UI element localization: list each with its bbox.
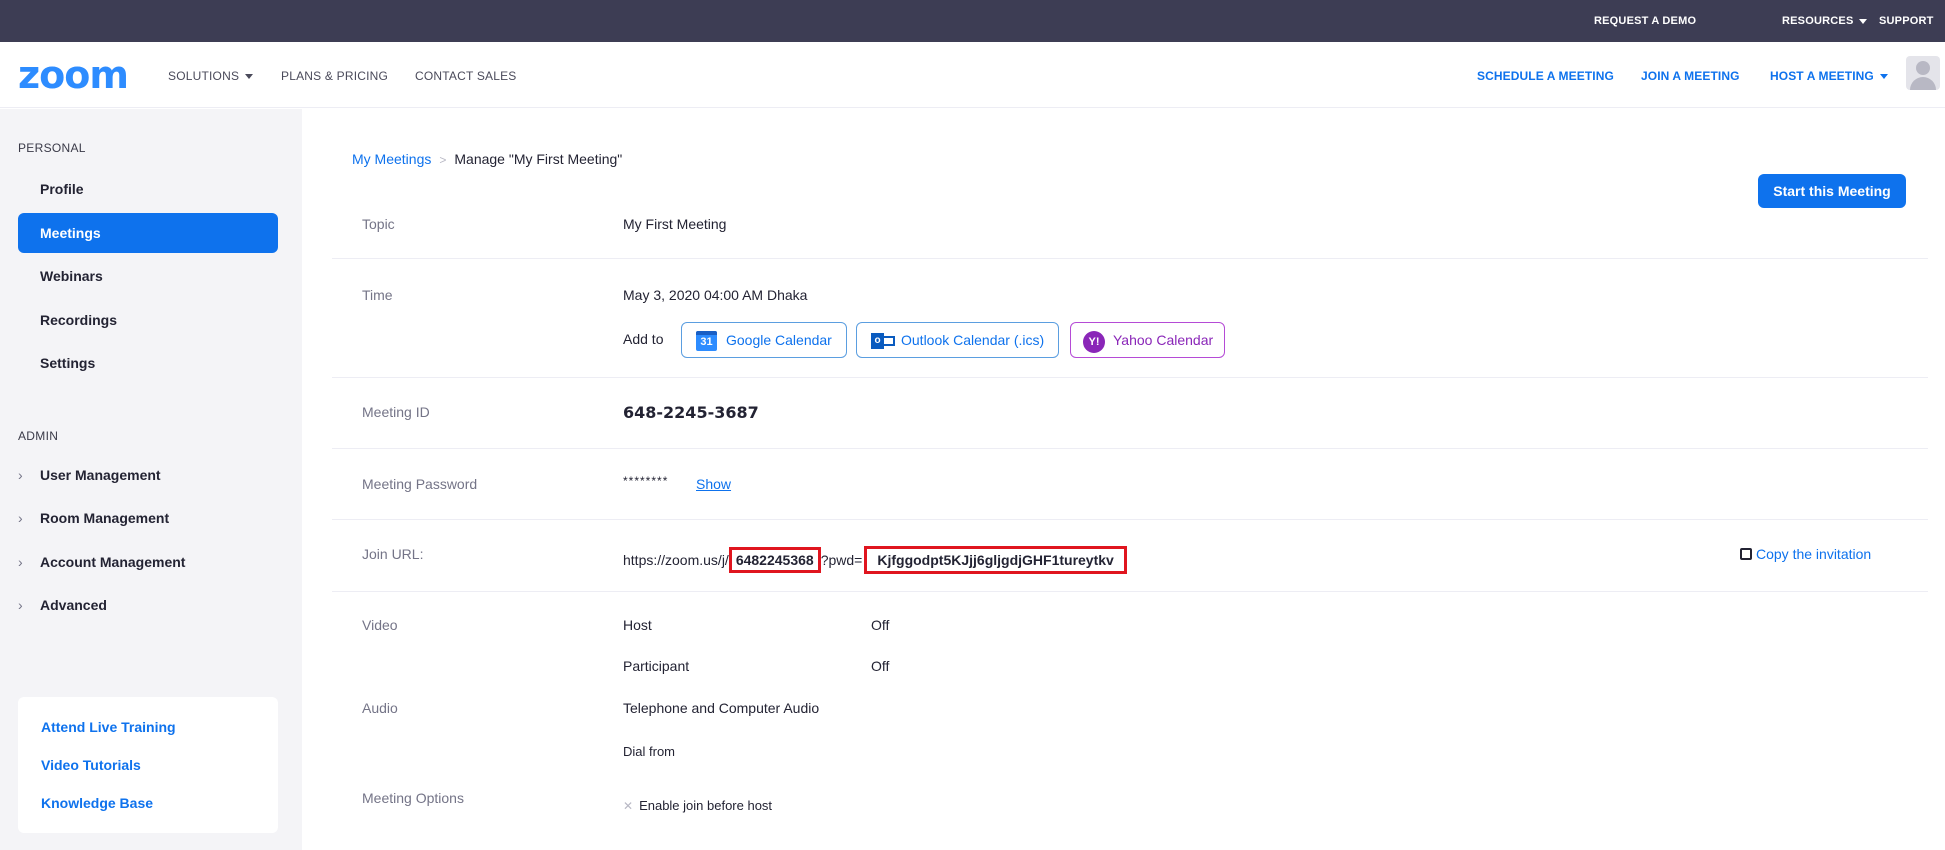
sidebar-item-account-management[interactable]: › Account Management — [18, 554, 185, 570]
time-label: Time — [362, 287, 393, 303]
meeting-password-value: ******** — [623, 474, 669, 488]
divider — [332, 448, 1928, 449]
meeting-id-label: Meeting ID — [362, 404, 430, 420]
video-host-value: Off — [871, 617, 890, 633]
video-host-label: Host — [623, 617, 652, 633]
outlook-calendar-button[interactable]: o Outlook Calendar (.ics) — [856, 322, 1059, 358]
plans-pricing-link[interactable]: PLANS & PRICING — [281, 69, 388, 83]
copy-invitation-link[interactable]: Copy the invitation — [1740, 546, 1871, 562]
zoom-logo[interactable]: zoom — [18, 56, 129, 94]
join-url-label: Join URL: — [362, 546, 424, 562]
chevron-down-icon — [245, 74, 254, 80]
outlook-calendar-label: Outlook Calendar (.ics) — [901, 332, 1045, 348]
divider — [332, 519, 1928, 520]
breadcrumb-separator: > — [439, 153, 447, 167]
knowledge-base-link[interactable]: Knowledge Base — [41, 795, 153, 811]
google-calendar-label: Google Calendar — [726, 332, 832, 348]
chevron-down-icon — [1879, 74, 1888, 80]
breadcrumb-my-meetings[interactable]: My Meetings — [352, 151, 431, 167]
help-links-box: Attend Live Training Video Tutorials Kno… — [18, 697, 278, 833]
yahoo-icon: Y! — [1083, 331, 1105, 353]
copy-icon — [1740, 548, 1752, 560]
join-url-prefix: https://zoom.us/j/ — [623, 552, 729, 568]
request-demo-link[interactable]: REQUEST A DEMO — [1594, 15, 1696, 27]
solutions-menu[interactable]: SOLUTIONS — [168, 69, 254, 83]
chevron-right-icon: › — [18, 554, 23, 570]
sidebar-item-recordings[interactable]: Recordings — [18, 300, 278, 340]
sidebar-item-settings[interactable]: Settings — [18, 343, 278, 383]
yahoo-calendar-label: Yahoo Calendar — [1113, 332, 1214, 348]
divider — [332, 377, 1928, 378]
option-join-before-host: ✕ Enable join before host — [623, 798, 772, 813]
sidebar-item-user-management[interactable]: › User Management — [18, 467, 161, 483]
dial-from-label: Dial from — [623, 744, 676, 759]
video-label: Video — [362, 617, 398, 633]
sidebar-heading-personal: PERSONAL — [18, 141, 86, 155]
sidebar-item-advanced[interactable]: › Advanced — [18, 597, 107, 613]
sidebar-item-label: Account Management — [40, 554, 186, 570]
topic-label: Topic — [362, 216, 395, 232]
breadcrumb: My Meetings > Manage "My First Meeting" — [352, 151, 622, 167]
join-url-meeting-id-highlight: 6482245368 — [728, 547, 821, 573]
meeting-options-label: Meeting Options — [362, 790, 464, 806]
chevron-down-icon — [1859, 18, 1868, 24]
sidebar: PERSONAL Profile Meetings Webinars Recor… — [0, 109, 302, 850]
start-meeting-button[interactable]: Start this Meeting — [1758, 174, 1906, 208]
support-link[interactable]: SUPPORT — [1879, 15, 1934, 27]
video-participant-label: Participant — [623, 658, 690, 674]
join-url-password-highlight: Kjfggodpt5KJjj6gljgdjGHF1tureytkv — [864, 546, 1127, 574]
solutions-label: SOLUTIONS — [168, 69, 240, 83]
meeting-password-label: Meeting Password — [362, 476, 478, 492]
divider — [332, 591, 1928, 592]
topic-value: My First Meeting — [623, 216, 727, 232]
join-url[interactable]: https://zoom.us/j/6482245368 ?pwd= Kjfggod… — [623, 546, 1127, 574]
yahoo-calendar-button[interactable]: Y! Yahoo Calendar — [1070, 322, 1225, 358]
sidebar-item-meetings[interactable]: Meetings — [18, 213, 278, 253]
chevron-right-icon: › — [18, 597, 23, 613]
sidebar-item-label: Room Management — [40, 510, 170, 526]
meeting-id-value: 648-2245-3687 — [623, 403, 759, 422]
resources-label: RESOURCES — [1782, 15, 1854, 27]
google-calendar-button[interactable]: 31 Google Calendar — [681, 322, 847, 358]
sidebar-item-label: Advanced — [40, 597, 107, 613]
breadcrumb-current: Manage "My First Meeting" — [454, 151, 623, 167]
sidebar-item-profile[interactable]: Profile — [18, 169, 278, 209]
chevron-right-icon: › — [18, 467, 23, 483]
show-password-link[interactable]: Show — [696, 476, 731, 492]
divider — [332, 258, 1928, 259]
top-utility-bar: REQUEST A DEMO RESOURCES SUPPORT — [0, 0, 1945, 42]
outlook-icon: o — [871, 331, 895, 351]
close-icon: ✕ — [623, 799, 634, 813]
audio-value: Telephone and Computer Audio — [623, 700, 820, 716]
join-meeting-link[interactable]: JOIN A MEETING — [1641, 69, 1740, 83]
copy-invitation-label: Copy the invitation — [1756, 546, 1872, 562]
option-label: Enable join before host — [639, 798, 773, 813]
sidebar-heading-admin: ADMIN — [18, 429, 59, 443]
main-navigation: zoom SOLUTIONS PLANS & PRICING CONTACT S… — [0, 42, 1945, 108]
video-participant-value: Off — [871, 658, 890, 674]
schedule-meeting-link[interactable]: SCHEDULE A MEETING — [1477, 69, 1614, 83]
sidebar-item-label: User Management — [40, 467, 161, 483]
attend-live-training-link[interactable]: Attend Live Training — [41, 719, 176, 735]
google-calendar-icon: 31 — [696, 331, 717, 351]
contact-sales-link[interactable]: CONTACT SALES — [415, 69, 517, 83]
add-to-label: Add to — [623, 331, 664, 347]
time-value: May 3, 2020 04:00 AM Dhaka — [623, 287, 808, 303]
resources-menu[interactable]: RESOURCES — [1782, 15, 1868, 27]
video-tutorials-link[interactable]: Video Tutorials — [41, 757, 141, 773]
sidebar-item-webinars[interactable]: Webinars — [18, 256, 278, 296]
sidebar-item-room-management[interactable]: › Room Management — [18, 510, 169, 526]
audio-label: Audio — [362, 700, 398, 716]
host-meeting-menu[interactable]: HOST A MEETING — [1770, 69, 1888, 83]
join-url-pwd-prefix: ?pwd= — [820, 552, 863, 568]
host-meeting-label: HOST A MEETING — [1770, 69, 1874, 83]
avatar-icon[interactable] — [1906, 56, 1940, 90]
chevron-right-icon: › — [18, 510, 23, 526]
